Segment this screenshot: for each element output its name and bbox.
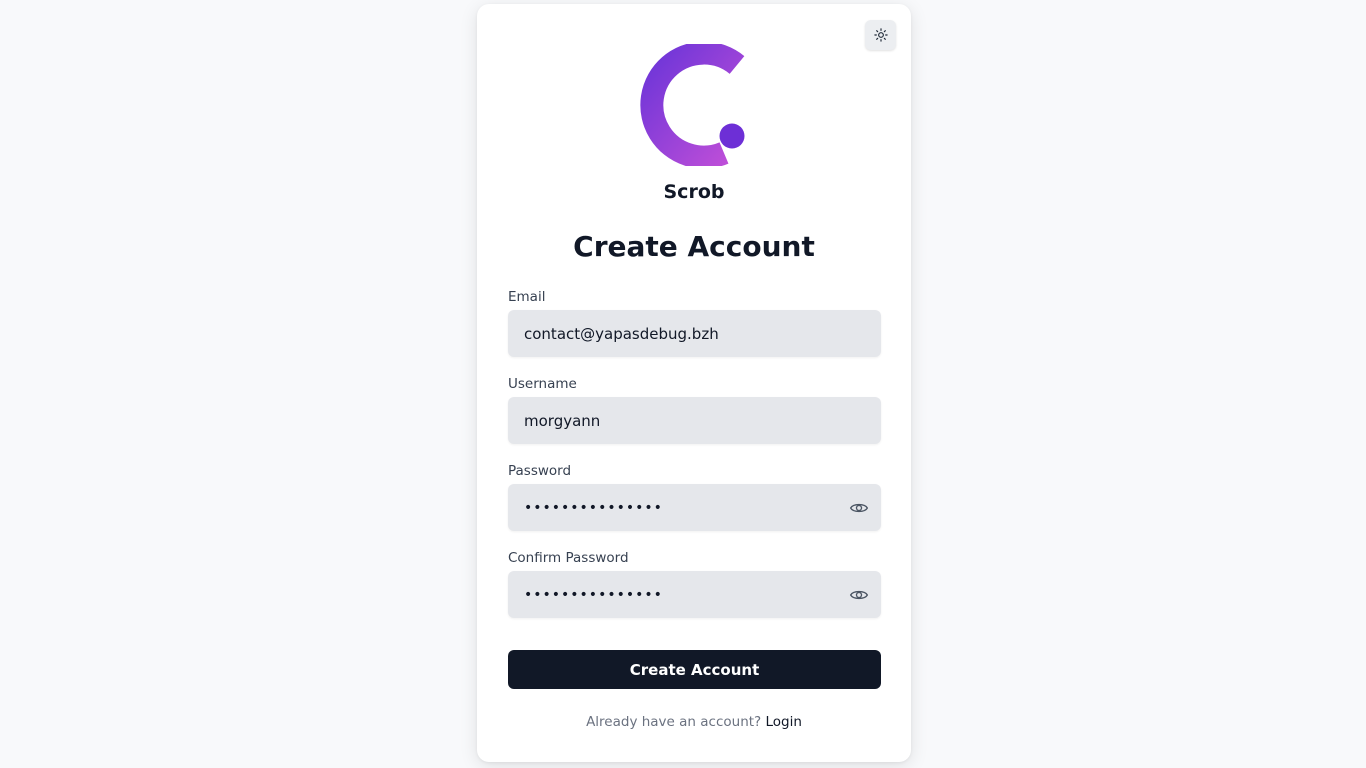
username-field[interactable]: morgyann bbox=[508, 397, 881, 444]
password-visibility-toggle[interactable] bbox=[848, 497, 870, 519]
theme-toggle-button[interactable] bbox=[865, 20, 896, 50]
confirm-password-label: Confirm Password bbox=[508, 550, 629, 566]
confirm-password-field[interactable]: ••••••••••••••• bbox=[508, 571, 881, 618]
login-prompt-text: Already have an account? bbox=[586, 714, 762, 730]
username-value: morgyann bbox=[524, 411, 601, 430]
login-link[interactable]: Login bbox=[766, 714, 802, 730]
email-label: Email bbox=[508, 289, 546, 305]
signup-card: Scrob Create Account Email contact@yapas… bbox=[477, 4, 911, 762]
page-title: Create Account bbox=[573, 230, 815, 263]
email-value: contact@yapasdebug.bzh bbox=[524, 324, 719, 343]
email-field[interactable]: contact@yapasdebug.bzh bbox=[508, 310, 881, 357]
eye-icon bbox=[849, 503, 869, 512]
scrob-logo-icon bbox=[640, 44, 745, 166]
eye-icon bbox=[849, 590, 869, 599]
password-value: ••••••••••••••• bbox=[524, 499, 663, 516]
login-prompt: Already have an account? Login bbox=[477, 714, 911, 730]
password-label: Password bbox=[508, 463, 572, 479]
brand-name: Scrob bbox=[663, 181, 725, 203]
sun-icon bbox=[873, 28, 888, 42]
confirm-password-visibility-toggle[interactable] bbox=[848, 584, 870, 606]
confirm-password-value: ••••••••••••••• bbox=[524, 586, 663, 603]
create-account-button[interactable]: Create Account bbox=[508, 650, 881, 689]
password-field[interactable]: ••••••••••••••• bbox=[508, 484, 881, 531]
username-label: Username bbox=[508, 376, 577, 392]
